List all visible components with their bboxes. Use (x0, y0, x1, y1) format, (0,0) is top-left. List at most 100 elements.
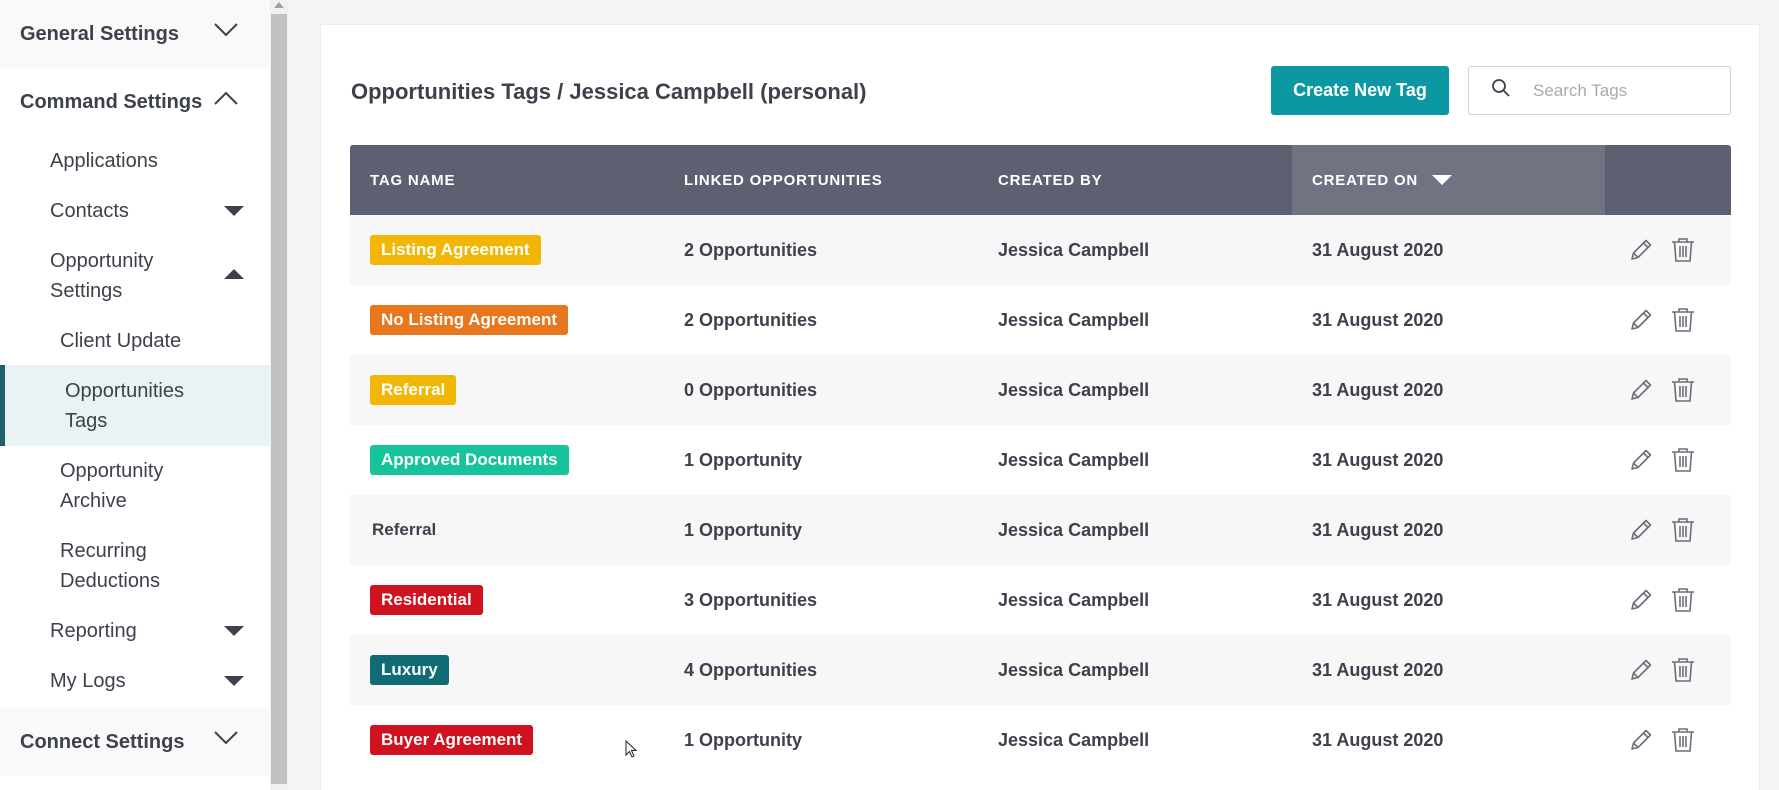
search-box[interactable] (1468, 66, 1731, 115)
cell-created-on: 31 August 2020 (1312, 519, 1444, 540)
scroll-up-arrow-icon[interactable] (274, 2, 284, 8)
cell-created-by: Jessica Campbell (998, 659, 1150, 680)
chevron-down-icon (214, 731, 238, 753)
tag-badge: Approved Documents (370, 445, 569, 475)
sidebar-item-opportunity-archive-line1: Opportunity (60, 460, 164, 482)
search-input[interactable] (1533, 80, 1713, 101)
table-row: Luxury 4 Opportunities Jessica Campbell 31 … (350, 635, 1731, 705)
caret-up-icon[interactable] (224, 269, 244, 279)
cell-linked-opportunities: 1 Opportunity (684, 729, 802, 750)
cell-actions (1605, 726, 1731, 754)
pencil-icon[interactable] (1627, 726, 1655, 754)
table-row: Buyer Agreement 1 Opportunity Jessica Camp… (350, 705, 1731, 775)
sidebar-item-my-logs[interactable]: My Logs (50, 666, 126, 696)
cell-created-by: Jessica Campbell (998, 449, 1150, 470)
pencil-icon[interactable] (1627, 516, 1655, 544)
cell-created-by: Jessica Campbell (998, 379, 1150, 400)
cell-linked-opportunities: 0 Opportunities (684, 379, 818, 400)
cell-created-on: 31 August 2020 (1312, 449, 1444, 470)
trash-icon[interactable] (1669, 516, 1697, 544)
trash-icon[interactable] (1669, 446, 1697, 474)
column-header-tag-name[interactable]: TAG NAME (350, 145, 664, 215)
sidebar-item-contacts[interactable]: Contacts (50, 196, 129, 226)
cell-created-by: Jessica Campbell (998, 589, 1150, 610)
cell-tag-name: Approved Documents (350, 445, 664, 475)
trash-icon[interactable] (1669, 726, 1697, 754)
table-row: No Listing Agreement 2 Opportunities Jessi… (350, 285, 1731, 355)
cell-created-on: 31 August 2020 (1312, 659, 1444, 680)
pencil-icon[interactable] (1627, 656, 1655, 684)
sidebar-item-reporting[interactable]: Reporting (50, 616, 137, 646)
column-header-linked-opportunities[interactable]: LINKED OPPORTUNITIES (664, 145, 978, 215)
section-command-settings-label: Command Settings (20, 90, 203, 113)
section-connect-settings[interactable]: Connect Settings (0, 708, 270, 776)
cell-linked-opportunities: 2 Opportunities (684, 239, 818, 260)
scrollbar-thumb[interactable] (271, 14, 287, 784)
pencil-icon[interactable] (1627, 446, 1655, 474)
cell-actions (1605, 236, 1731, 264)
section-general-settings-label: General Settings (20, 22, 179, 45)
search-icon (1491, 78, 1511, 103)
sidebar-item-opportunities-tags-line1: Opportunities (65, 380, 184, 402)
trash-icon[interactable] (1669, 656, 1697, 684)
cell-linked-opportunities: 1 Opportunity (684, 519, 802, 540)
cell-created-by: Jessica Campbell (998, 239, 1150, 260)
column-header-created-on[interactable]: CREATED ON (1292, 145, 1605, 215)
chevron-down-icon (214, 23, 238, 45)
caret-down-icon[interactable] (224, 676, 244, 686)
pencil-icon[interactable] (1627, 236, 1655, 264)
sidebar-item-opportunity-archive[interactable]: Opportunity Archive (60, 456, 163, 516)
trash-icon[interactable] (1669, 376, 1697, 404)
pencil-icon[interactable] (1627, 306, 1655, 334)
section-general-settings[interactable]: General Settings (0, 0, 270, 68)
pencil-icon[interactable] (1627, 586, 1655, 614)
trash-icon[interactable] (1669, 236, 1697, 264)
page-title: Opportunities Tags / Jessica Campbell (p… (351, 79, 867, 104)
sidebar-item-recurring-deductions[interactable]: Recurring Deductions (60, 536, 160, 596)
sidebar-item-recurring-deductions-line1: Recurring (60, 540, 147, 562)
cell-actions (1605, 656, 1731, 684)
caret-down-icon[interactable] (224, 206, 244, 216)
table-row: Approved Documents 1 Opportunity Jessica C… (350, 425, 1731, 495)
sidebar-item-opportunity-archive-line2: Archive (60, 490, 127, 512)
column-header-created-by[interactable]: CREATED BY (978, 145, 1292, 215)
chevron-up-icon (214, 91, 238, 113)
cell-tag-name: Listing Agreement (350, 235, 664, 265)
cell-tag-name: Buyer Agreement (350, 725, 664, 755)
trash-icon[interactable] (1669, 306, 1697, 334)
create-new-tag-button[interactable]: Create New Tag (1271, 66, 1449, 115)
cell-created-on: 31 August 2020 (1312, 589, 1444, 610)
trash-icon[interactable] (1669, 586, 1697, 614)
cell-actions (1605, 446, 1731, 474)
table-row: Residential 3 Opportunities Jessica Campbe… (350, 565, 1731, 635)
cell-linked-opportunities: 2 Opportunities (684, 309, 818, 330)
cell-created-by: Jessica Campbell (998, 309, 1150, 330)
sort-desc-icon[interactable] (1432, 175, 1453, 185)
cell-created-on: 31 August 2020 (1312, 729, 1444, 750)
cell-actions (1605, 516, 1731, 544)
sidebar-item-client-update[interactable]: Client Update (60, 326, 181, 356)
sidebar-item-opportunity-settings-line1: Opportunity (50, 250, 154, 272)
cell-tag-name: Referral (350, 515, 664, 545)
section-command-settings[interactable]: Command Settings (0, 68, 270, 136)
sidebar-item-opportunities-tags[interactable]: Opportunities Tags (65, 376, 184, 436)
table-row: Referral 0 Opportunities Jessica Campbell 3… (350, 355, 1731, 425)
cell-linked-opportunities: 4 Opportunities (684, 659, 818, 680)
cell-created-on: 31 August 2020 (1312, 309, 1444, 330)
sidebar-item-opportunity-settings[interactable]: Opportunity Settings (50, 246, 153, 306)
sidebar-item-applications[interactable]: Applications (50, 146, 158, 176)
cell-tag-name: Luxury (350, 655, 664, 685)
sidebar-item-opportunity-settings-line2: Settings (50, 280, 123, 302)
tag-badge: Buyer Agreement (370, 725, 534, 755)
caret-down-icon[interactable] (224, 626, 244, 636)
column-header-created-on-label: CREATED ON (1312, 171, 1419, 189)
table-header: TAG NAME LINKED OPPORTUNITIES CREATED BY… (350, 145, 1731, 215)
cell-created-on: 31 August 2020 (1312, 379, 1444, 400)
sidebar-item-opportunities-tags-line2: Tags (65, 410, 108, 432)
cell-tag-name: No Listing Agreement (350, 305, 664, 335)
pencil-icon[interactable] (1627, 376, 1655, 404)
tag-badge: Luxury (370, 655, 449, 685)
sidebar-scrollbar[interactable] (270, 0, 288, 790)
mouse-cursor-icon (625, 739, 639, 765)
section-connect-settings-label: Connect Settings (20, 730, 185, 753)
